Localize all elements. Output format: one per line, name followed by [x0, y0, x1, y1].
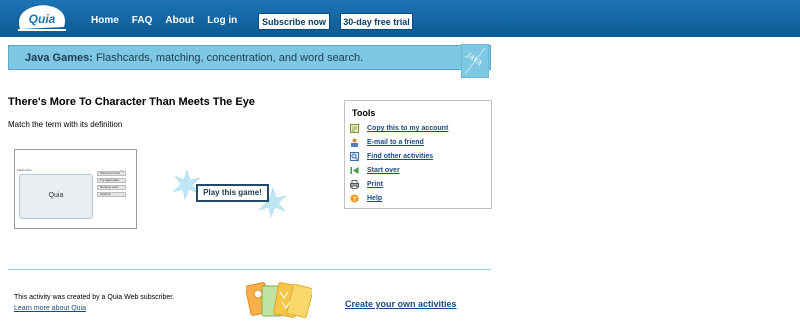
activity-title: There's More To Character Than Meets The… — [8, 96, 255, 108]
java-games-banner: Java Games: Flashcards, matching, concen… — [8, 45, 491, 70]
preview-option: Show term first — [97, 171, 126, 176]
banner-description: Flashcards, matching, concentration, and… — [92, 52, 364, 64]
create-activities-link[interactable]: Create your own activities — [345, 299, 457, 309]
tool-email-label: E-mail to a friend — [367, 139, 424, 146]
preview-header: Flashcards — [17, 168, 32, 172]
activity-cards-illustration — [246, 282, 312, 319]
tool-print[interactable]: Print — [350, 179, 383, 190]
tools-heading: Tools — [352, 108, 376, 118]
tool-start-over[interactable]: Start over — [350, 165, 400, 176]
email-icon — [351, 138, 358, 147]
preview-option: Options — [97, 192, 126, 197]
quia-logo[interactable]: Quia — [14, 3, 70, 33]
main-nav: Home FAQ About Log in — [91, 0, 250, 37]
restart-icon — [350, 167, 359, 174]
nav-faq[interactable]: FAQ — [132, 15, 153, 26]
printer-icon — [350, 180, 359, 189]
banner-bold: Java Games: — [25, 52, 93, 64]
activity-subtitle: Match the term with its definition — [8, 120, 123, 129]
tool-copy-label: Copy this to my account — [367, 125, 449, 132]
preview-option: Try again later — [97, 178, 126, 183]
copy-icon — [350, 124, 359, 133]
footer-divider — [8, 269, 491, 270]
nav-login[interactable]: Log in — [207, 15, 237, 26]
preview-flashcard: Quia — [19, 174, 93, 219]
tool-start-over-label: Start over — [367, 167, 400, 174]
nav-home[interactable]: Home — [91, 15, 119, 26]
learn-more-link[interactable]: Learn more about Quia — [14, 305, 86, 312]
game-preview-thumbnail[interactable]: Flashcards Quia 20 Show term first Try a… — [14, 149, 137, 229]
nav-about[interactable]: About — [165, 15, 194, 26]
tool-help[interactable]: ? Help — [350, 193, 382, 204]
tool-copy[interactable]: Copy this to my account — [350, 123, 448, 134]
search-icon — [350, 152, 359, 161]
svg-text:?: ? — [353, 196, 357, 203]
preview-option: Remove card — [97, 185, 126, 190]
logo-text: Quia — [29, 12, 56, 26]
tool-print-label: Print — [367, 181, 383, 188]
tool-find[interactable]: Find other activities — [350, 151, 433, 162]
top-navigation-bar: Quia Home FAQ About Log in Subscribe now 30… — [0, 0, 800, 37]
preview-card-text: Quia — [48, 192, 64, 199]
subscribe-button[interactable]: Subscribe now — [258, 13, 330, 30]
tools-panel: Tools Copy this to my account E-mail to … — [344, 100, 492, 209]
java-icon: JAVA — [461, 44, 489, 78]
tool-help-label: Help — [367, 195, 383, 202]
tool-find-label: Find other activities — [367, 153, 434, 160]
free-trial-button[interactable]: 30-day free trial — [340, 13, 413, 30]
banner-text: Java Games: Flashcards, matching, concen… — [25, 52, 363, 64]
tool-email[interactable]: E-mail to a friend — [350, 137, 424, 148]
play-game-button[interactable]: Play this game! — [196, 184, 269, 202]
help-icon: ? — [350, 194, 359, 203]
subscriber-credit: This activity was created by a Quia Web … — [14, 294, 175, 301]
